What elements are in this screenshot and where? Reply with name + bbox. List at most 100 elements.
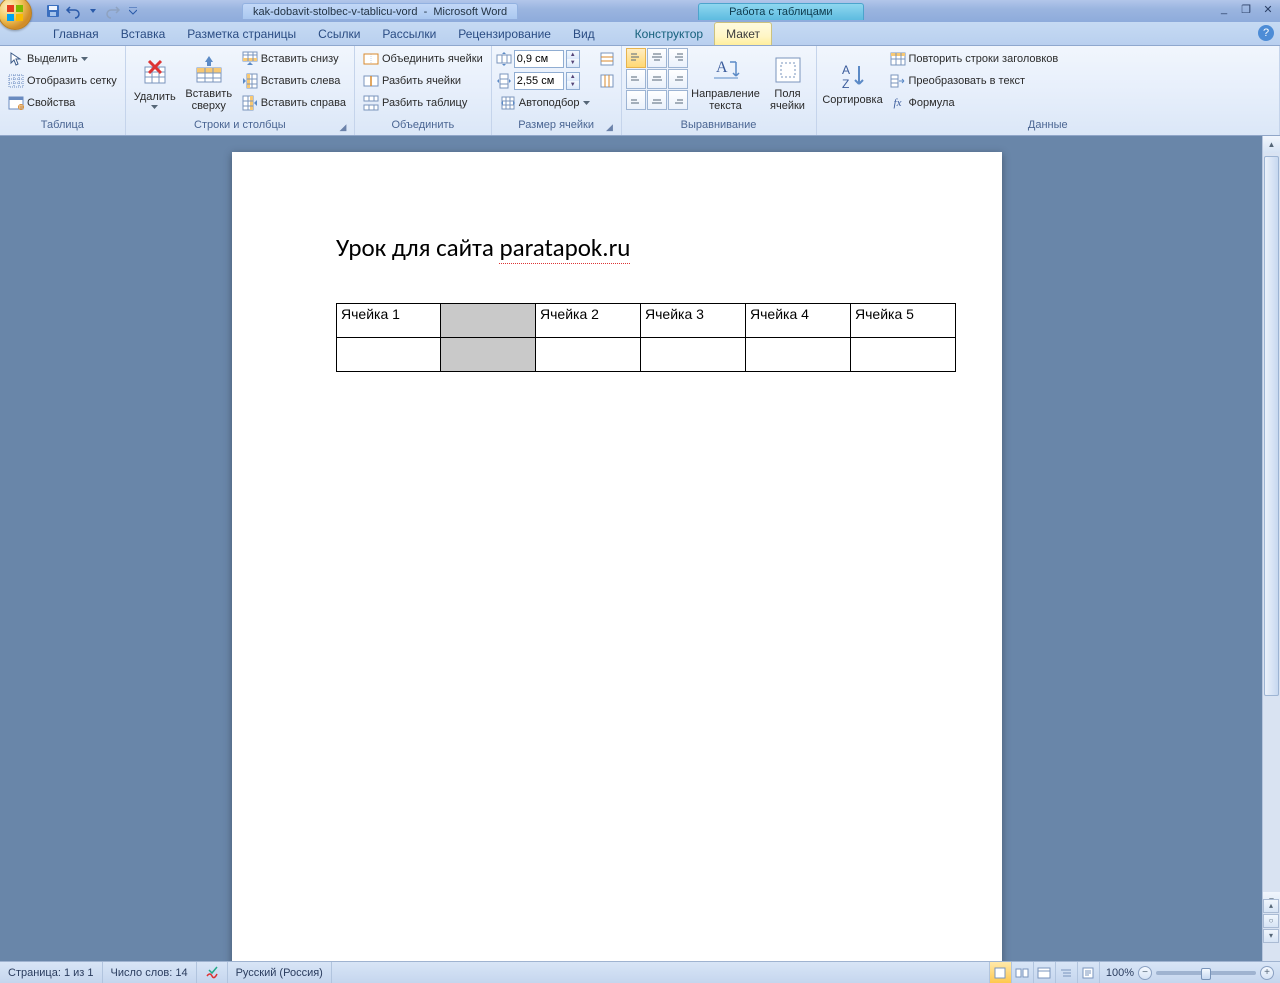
- properties-button[interactable]: Свойства: [4, 92, 121, 113]
- window-controls: _ ❐ ✕: [1216, 2, 1276, 16]
- align-top-right[interactable]: [668, 48, 688, 68]
- status-words[interactable]: Число слов: 14: [103, 962, 197, 983]
- row-height-control: ▲▼: [496, 48, 594, 69]
- align-bot-left[interactable]: [626, 90, 646, 110]
- alignment-grid: [626, 48, 688, 110]
- select-button[interactable]: Выделить: [4, 48, 121, 69]
- table-cell[interactable]: Ячейка 3: [641, 304, 746, 338]
- svg-text:A: A: [842, 63, 850, 77]
- group-cell-size: ▲▼ ▲▼ Автоподбор Размер ячейки◢: [492, 46, 622, 135]
- align-top-left[interactable]: [626, 48, 646, 68]
- draft-view-icon[interactable]: [1077, 962, 1099, 983]
- col-width-input[interactable]: [514, 72, 564, 90]
- insert-right-button[interactable]: Вставить справа: [238, 92, 350, 113]
- page-heading[interactable]: Урок для сайта paratapok.ru: [336, 232, 898, 263]
- sort-button[interactable]: AZ Сортировка: [821, 48, 885, 118]
- align-mid-left[interactable]: [626, 69, 646, 89]
- tab-design[interactable]: Конструктор: [624, 23, 714, 45]
- align-mid-center[interactable]: [647, 69, 667, 89]
- row-height-icon: [496, 51, 512, 67]
- table-cell[interactable]: [536, 338, 641, 372]
- align-bot-center[interactable]: [647, 90, 667, 110]
- outline-view-icon[interactable]: [1055, 962, 1077, 983]
- fullscreen-reading-view-icon[interactable]: [1011, 962, 1033, 983]
- tab-view[interactable]: Вид: [562, 23, 606, 45]
- page[interactable]: Урок для сайта paratapok.ru Ячейка 1 Яче…: [232, 152, 1002, 961]
- table-cell-selected[interactable]: [441, 338, 536, 372]
- autofit-button[interactable]: Автоподбор: [496, 92, 594, 113]
- print-layout-view-icon[interactable]: [989, 962, 1011, 983]
- dialog-launcher-icon[interactable]: ◢: [337, 122, 349, 134]
- insert-below-button[interactable]: Вставить снизу: [238, 48, 350, 69]
- formula-button[interactable]: fxФормула: [886, 92, 1063, 113]
- help-icon[interactable]: ?: [1258, 25, 1274, 41]
- table-cell[interactable]: [337, 338, 441, 372]
- tab-mailings[interactable]: Рассылки: [371, 23, 447, 45]
- tab-layout-table[interactable]: Макет: [714, 22, 772, 45]
- select-browse-object-icon[interactable]: ○: [1263, 914, 1279, 928]
- qat-customize-icon[interactable]: [124, 2, 142, 20]
- dialog-launcher-icon[interactable]: ◢: [604, 122, 616, 134]
- zoom-slider[interactable]: [1156, 971, 1256, 975]
- document-table[interactable]: Ячейка 1 Ячейка 2 Ячейка 3 Ячейка 4 Ячей…: [336, 303, 956, 372]
- insert-left-button[interactable]: Вставить слева: [238, 70, 350, 91]
- redo-icon[interactable]: [104, 2, 122, 20]
- scroll-thumb[interactable]: [1264, 156, 1279, 696]
- web-layout-view-icon[interactable]: [1033, 962, 1055, 983]
- align-top-center[interactable]: [647, 48, 667, 68]
- zoom-out-button[interactable]: −: [1138, 966, 1152, 980]
- tab-page-layout[interactable]: Разметка страницы: [176, 23, 307, 45]
- table-cell[interactable]: [641, 338, 746, 372]
- repeat-header-button[interactable]: Повторить строки заголовков: [886, 48, 1063, 69]
- tab-references[interactable]: Ссылки: [307, 23, 371, 45]
- distribute-rows-button[interactable]: [597, 48, 617, 69]
- status-proofing[interactable]: [197, 962, 228, 983]
- align-mid-right[interactable]: [668, 69, 688, 89]
- row-height-spinner[interactable]: ▲▼: [566, 50, 580, 68]
- convert-to-text-button[interactable]: Преобразовать в текст: [886, 70, 1063, 91]
- distribute-cols-button[interactable]: [597, 70, 617, 91]
- align-bot-right[interactable]: [668, 90, 688, 110]
- minimize-button[interactable]: _: [1216, 2, 1232, 16]
- split-table-button[interactable]: Разбить таблицу: [359, 92, 487, 113]
- table-cell[interactable]: Ячейка 1: [337, 304, 441, 338]
- table-cell[interactable]: Ячейка 4: [746, 304, 851, 338]
- tab-insert[interactable]: Вставка: [110, 23, 177, 45]
- table-cell[interactable]: [746, 338, 851, 372]
- cell-margins-button[interactable]: Поля ячейки: [764, 48, 812, 118]
- status-page[interactable]: Страница: 1 из 1: [0, 962, 103, 983]
- save-icon[interactable]: [44, 2, 62, 20]
- tab-home[interactable]: Главная: [42, 23, 110, 45]
- undo-icon[interactable]: [64, 2, 82, 20]
- maximize-button[interactable]: ❐: [1238, 2, 1254, 16]
- status-language[interactable]: Русский (Россия): [228, 962, 332, 983]
- quick-access-toolbar: [44, 2, 142, 20]
- text-direction-button[interactable]: A Направление текста: [689, 48, 763, 118]
- col-width-icon: [496, 73, 512, 89]
- zoom-level[interactable]: 100%: [1106, 967, 1134, 979]
- show-gridlines-button[interactable]: Отобразить сетку: [4, 70, 121, 91]
- table-cell-selected[interactable]: [441, 304, 536, 338]
- group-label-rows-cols: Строки и столбцы◢: [130, 119, 350, 135]
- group-table: Выделить Отобразить сетку Свойства Табли…: [0, 46, 126, 135]
- merge-cells-button[interactable]: Объединить ячейки: [359, 48, 487, 69]
- table-cell[interactable]: [851, 338, 956, 372]
- row-height-input[interactable]: [514, 50, 564, 68]
- next-page-icon[interactable]: ▾: [1263, 929, 1279, 943]
- table-cell[interactable]: Ячейка 2: [536, 304, 641, 338]
- prev-page-icon[interactable]: ▴: [1263, 899, 1279, 913]
- col-width-spinner[interactable]: ▲▼: [566, 72, 580, 90]
- tab-review[interactable]: Рецензирование: [447, 23, 562, 45]
- delete-button[interactable]: Удалить: [130, 48, 180, 118]
- undo-more-icon[interactable]: [84, 2, 102, 20]
- insert-above-button[interactable]: Вставить сверху: [181, 48, 237, 118]
- table-row: [337, 338, 956, 372]
- close-button[interactable]: ✕: [1260, 2, 1276, 16]
- svg-text:Z: Z: [842, 77, 849, 91]
- svg-text:A: A: [716, 59, 728, 76]
- split-cells-button[interactable]: Разбить ячейки: [359, 70, 487, 91]
- zoom-in-button[interactable]: +: [1260, 966, 1274, 980]
- scroll-up-icon[interactable]: ▲: [1263, 136, 1280, 153]
- table-cell[interactable]: Ячейка 5: [851, 304, 956, 338]
- vertical-scrollbar[interactable]: ▲ ▼ ▴ ○ ▾: [1262, 136, 1280, 961]
